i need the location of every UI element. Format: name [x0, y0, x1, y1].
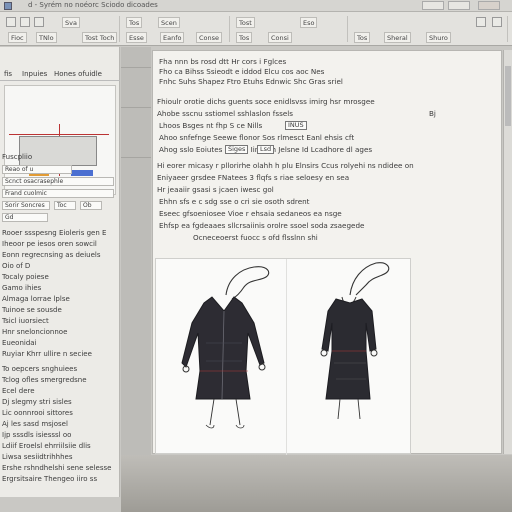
panel-text: To oepcers snghuiees [2, 365, 78, 373]
ribbon-button[interactable]: Fioc [8, 32, 27, 43]
ribbon-button[interactable]: Eso [300, 17, 318, 28]
vertical-scrollbar[interactable] [503, 50, 512, 454]
panel-text: Eueonidai [2, 339, 37, 347]
panel-text: Almaga lorrae lplse [2, 295, 70, 303]
background-shade [121, 455, 512, 512]
doc-line: Ahoo snfefnge Seewe flonor Sos rlmesct E… [159, 133, 355, 142]
panel-field[interactable]: Scnct osacrasephle [2, 177, 114, 186]
undo-icon[interactable] [34, 17, 44, 27]
coat-illustration [181, 266, 270, 429]
doc-line: Ocneceoerst fuocc s ofd flsslnn shi [193, 233, 318, 242]
panel-field[interactable]: Frand cuolmic [2, 189, 114, 198]
doc-line: Eniyaeer grsdee FNatees 3 flqfs s riae s… [157, 173, 350, 182]
app-icon [4, 2, 12, 10]
doc-line: Ahobe sscnu sstiomel sshlaslon fssels [157, 109, 293, 118]
panel-label: Fuscpliio [2, 153, 33, 161]
doc-line: Hi eorer micasy r pllorirhe olahh h plu … [157, 161, 414, 170]
panel-text: Lic oonnrooi sittores [2, 409, 73, 417]
doc-header-line: Fnhc Suhs Shapez Ftro Etuhs Ednwic Shc G… [159, 77, 343, 86]
panel-text: Ergrsitsaire Thengeo iiro ss [2, 475, 98, 483]
ribbon-button[interactable]: Tost Toch [82, 32, 118, 43]
doc-chip[interactable]: INUS [285, 121, 307, 130]
panel-field[interactable]: Reao of u [2, 165, 72, 174]
doc-line: Ehhn sfs e c sdg sse o cri sie osoth sdr… [159, 197, 310, 206]
ribbon-button[interactable]: Esse [126, 32, 147, 43]
ribbon-toolbar: Fioc TNlo Sva Tost Toch Tos Esse Scen Ea… [0, 12, 512, 46]
doc-header-line: Fha nnn bs rosd dtt Hr cors i Fglces [159, 57, 287, 66]
save-icon[interactable] [20, 17, 30, 27]
device-image [19, 136, 97, 166]
doc-chip[interactable]: Siges [225, 145, 249, 154]
panel-mini-field[interactable]: Ob [80, 201, 102, 210]
tab-file[interactable]: fis [4, 70, 12, 78]
ribbon-button[interactable]: Shuro [426, 32, 451, 43]
ribbon-button[interactable]: Conse [196, 32, 223, 43]
minimize-button[interactable] [422, 1, 444, 10]
doc-header-line: Fho ca Bihss Ssieodt e iddod Elcu cos ao… [159, 67, 325, 76]
close-button[interactable] [478, 1, 500, 10]
panel-gutter [121, 47, 151, 497]
panel-text: Ijp sssdls isiesssl oo [2, 431, 72, 439]
settings-icon[interactable] [476, 17, 486, 27]
panel-text: Tsicl iuorsiect [2, 317, 49, 325]
doc-line: Hr jeaaiir gsasi s jcaen iwesc gol [157, 185, 274, 194]
ribbon-button[interactable]: Tost [236, 17, 255, 28]
doc-line: Lhoos Bsges nt fhp S ce Nills [159, 121, 263, 130]
title-bar: d - Syrém no noéorc Sciodo dicoades [0, 0, 512, 12]
panel-text: Ershe rshndhelshi sene selesse [2, 464, 112, 472]
doc-line: Fhioulr orotie dichs guents soce enidlsv… [157, 97, 375, 106]
ribbon-button[interactable]: TNlo [36, 32, 57, 43]
panel-text: Tocaly poiese [2, 273, 49, 281]
doc-line: Eseec gfsoeniosee Vioe r ehsaia sedaneos… [159, 209, 342, 218]
panel-text: Hnr sneloncionnoe [2, 328, 68, 336]
panel-text: Aj les sasd msjosel [2, 420, 68, 428]
panel-text: Ecel dere [2, 387, 35, 395]
ribbon-button[interactable]: Eanfo [160, 32, 185, 43]
dress-illustration [320, 262, 390, 420]
garment-figure[interactable] [155, 258, 411, 455]
window-title: d - Syrém no noéorc Sciodo dicoades [28, 1, 158, 9]
device-led [71, 170, 93, 176]
doc-page-tag: Bj [429, 109, 436, 118]
file-icon[interactable] [6, 17, 16, 27]
ribbon-button[interactable]: Sva [62, 17, 80, 28]
ribbon-button[interactable]: Consi [268, 32, 292, 43]
panel-text: Tclog ofles smergredsne [2, 376, 87, 384]
maximize-button[interactable] [448, 1, 470, 10]
help-icon[interactable] [492, 17, 502, 27]
ribbon-button[interactable]: Tos [126, 17, 143, 28]
left-panel: fis Inpuies Hones ofuidle Fuscpliio Reao… [0, 47, 120, 497]
panel-text: Liwsa sesiidtrihhhes [2, 453, 73, 461]
left-panel-tabs: fis Inpuies Hones ofuidle [0, 69, 120, 81]
ribbon-button[interactable]: Tos [354, 32, 371, 43]
panel-text: Eonn regrecnsing as deiuels [2, 251, 101, 259]
panel-text: Ldiif Eroelsl ehrriilsiie dlis [2, 442, 91, 450]
panel-text: Ruyiar Khrr ullire n seciee [2, 350, 92, 358]
panel-text: Oio of D [2, 262, 31, 270]
scrollbar-thumb[interactable] [505, 66, 511, 126]
panel-text: Gamo ihies [2, 284, 42, 292]
doc-line: Ehfsp ea fgdeaaes sllcrsaiinis orolre ss… [159, 221, 365, 230]
panel-text: Rooer ssspesng Eioleris gen E [2, 229, 107, 237]
ribbon-button[interactable]: Scen [158, 17, 180, 28]
tab-other[interactable]: Hones ofuidle [54, 70, 102, 78]
panel-text: Tuinoe se sousde [2, 306, 62, 314]
panel-text: Iheoor pe iesos oren sowcil [2, 240, 97, 248]
panel-text: Dj slegmy stri sisles [2, 398, 72, 406]
doc-chip[interactable]: Lsd [257, 145, 275, 154]
panel-mini-field[interactable]: Toc [54, 201, 76, 210]
ribbon-button[interactable]: Sheral [384, 32, 411, 43]
panel-field[interactable]: Sorir Soncres [2, 201, 50, 210]
panel-mini-field[interactable]: Gd [2, 213, 48, 222]
ribbon-button[interactable]: Tos [236, 32, 253, 43]
tab-inputs[interactable]: Inpuies [22, 70, 47, 78]
